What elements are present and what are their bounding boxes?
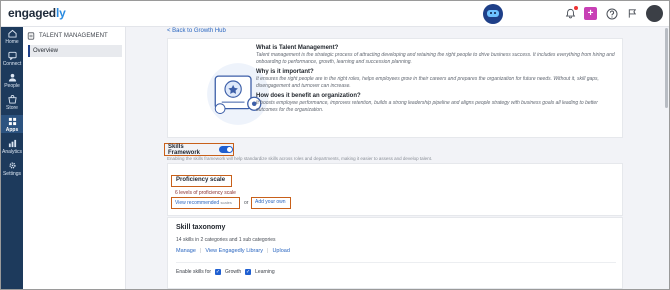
question-heading: What is Talent Management? (256, 45, 339, 51)
or-text: or (244, 200, 249, 206)
mascot-icon[interactable] (483, 4, 503, 24)
add-icon[interactable]: + (584, 7, 597, 20)
question-heading: How does it benefit an organization? (256, 93, 361, 99)
skill-taxonomy-title: Skill taxonomy (176, 224, 226, 231)
sidebar-header: TALENT MANAGEMENT (27, 30, 123, 42)
add-your-own-link[interactable]: Add your own (251, 197, 291, 209)
nav-item-analytics[interactable]: Analytics (1, 139, 23, 155)
sidebar-item-overview[interactable]: Overview (28, 45, 122, 57)
nav-label: Apps (5, 127, 19, 133)
nav-label: Home (5, 39, 19, 45)
proficiency-scale-subtitle: 6 levels of proficiency scale (175, 190, 236, 196)
question-heading: Why is it important? (256, 69, 314, 75)
divider (176, 262, 616, 263)
skill-taxonomy-subtitle: 14 skills in 2 categories and 1 sub cate… (176, 237, 276, 243)
nav-item-settings[interactable]: Settings (1, 161, 23, 177)
skill-taxonomy-card: Skill taxonomy 14 skills in 2 categories… (167, 217, 623, 289)
skills-framework-label: Skills Framework (168, 143, 201, 156)
skills-framework-row: Skills Framework (164, 143, 234, 156)
nav-label: People (4, 83, 20, 89)
gear-icon (8, 162, 16, 169)
app-frame: engagedly + Home Connect People Store Ap… (0, 0, 670, 290)
intro-card: What is Talent Management? Talent manage… (167, 38, 623, 138)
skills-framework-toggle[interactable] (219, 146, 233, 153)
nav-item-connect[interactable]: Connect (1, 51, 23, 67)
store-icon (7, 95, 17, 104)
analytics-icon (8, 139, 16, 148)
sidebar-title: TALENT MANAGEMENT (39, 33, 108, 39)
apps-icon (8, 117, 16, 126)
avatar[interactable] (646, 5, 663, 22)
left-nav: Home Connect People Store Apps Analytics… (1, 27, 23, 289)
people-icon (8, 73, 16, 82)
document-icon (27, 32, 35, 40)
nav-label: Store (6, 105, 18, 111)
learning-label: Learning (255, 269, 275, 275)
connect-icon (7, 51, 17, 60)
divider: | (199, 248, 202, 254)
nav-item-home[interactable]: Home (1, 29, 23, 45)
nav-item-apps[interactable]: Apps (1, 115, 23, 133)
divider: | (267, 248, 269, 254)
home-icon (7, 29, 17, 38)
page-scrollbar[interactable] (665, 28, 668, 108)
enable-skills-label: Enable skills for (176, 269, 212, 275)
upload-link[interactable]: Upload (272, 248, 289, 254)
manage-link[interactable]: Manage (176, 248, 196, 254)
proficiency-scale-title: Proficiency scale (171, 175, 232, 187)
nav-label: Settings (2, 171, 22, 177)
nav-label: Connect (2, 61, 22, 67)
engagedly-logo[interactable]: engagedly (8, 6, 66, 20)
skill-taxonomy-links: Manage | View Engagedly Library | Upload (176, 248, 290, 254)
talent-management-sidebar: TALENT MANAGEMENT Overview (23, 27, 126, 289)
answer-text: It ensures the right people are in the r… (256, 76, 599, 89)
view-engagedly-library-link[interactable]: View Engagedly Library (205, 248, 263, 254)
answer-text: Talent management is the strategic proce… (256, 52, 615, 65)
bell-icon[interactable] (564, 6, 578, 20)
enable-skills-row: Enable skills for ✓ Growth ✓ Learning (176, 269, 275, 275)
flag-icon[interactable] (626, 7, 639, 20)
nav-item-people[interactable]: People (1, 73, 23, 89)
top-bar: engagedly + (1, 1, 669, 27)
proficiency-scale-card: Proficiency scale 6 levels of proficienc… (167, 163, 623, 216)
nav-label: Analytics (1, 149, 22, 155)
back-to-growth-hub-link[interactable]: < Back to Growth Hub (167, 28, 226, 34)
help-icon[interactable] (605, 7, 618, 20)
learning-checkbox[interactable]: ✓ (245, 269, 252, 275)
intro-text: What is Talent Management? Talent manage… (256, 45, 620, 117)
growth-label: Growth (225, 269, 242, 275)
growth-checkbox[interactable]: ✓ (215, 269, 222, 275)
nav-item-store[interactable]: Store (1, 95, 23, 111)
skills-framework-description: Enabling the skills framework will help … (167, 156, 433, 161)
answer-text: It boosts employee performance, improves… (256, 100, 598, 113)
view-recommended-scales-link[interactable]: View recommended scales (171, 197, 240, 209)
